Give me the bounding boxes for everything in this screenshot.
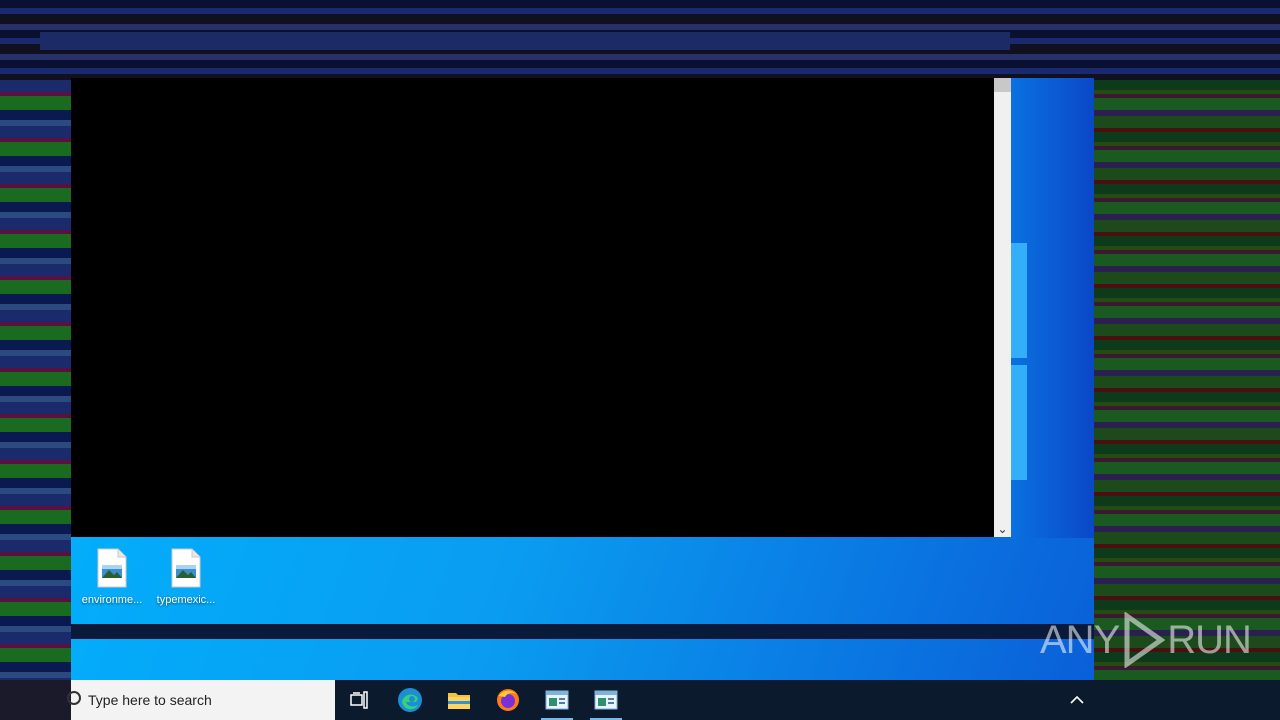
glitch-band xyxy=(71,624,1094,639)
anyrun-watermark: ANY RUN xyxy=(1040,612,1252,668)
edge-icon xyxy=(398,688,422,712)
chevron-down-icon[interactable]: ⌄ xyxy=(994,521,1011,537)
firefox-button[interactable] xyxy=(484,680,532,720)
chevron-up-icon[interactable] xyxy=(1067,690,1087,710)
desktop-icon-label: typemexic... xyxy=(156,594,216,606)
folder-icon xyxy=(448,693,470,709)
taskbar-search-box[interactable]: Type here to search xyxy=(67,680,335,720)
task-view-icon xyxy=(350,691,368,709)
glitched-top-strip xyxy=(0,0,1280,80)
desktop-icon-environment[interactable]: environme... xyxy=(76,548,148,606)
search-icon xyxy=(67,691,81,705)
file-explorer-button[interactable] xyxy=(435,680,483,720)
black-console-window[interactable] xyxy=(71,78,994,537)
image-file-icon xyxy=(170,548,202,588)
watermark-right-text: RUN xyxy=(1167,617,1252,662)
firefox-icon xyxy=(497,689,519,711)
image-file-icon xyxy=(96,548,128,588)
search-placeholder: Type here to search xyxy=(88,692,212,708)
taskbar: Type here to search xyxy=(67,680,1280,720)
edge-button[interactable] xyxy=(386,680,434,720)
app-window-1-button[interactable] xyxy=(533,680,581,720)
glitched-taskbar-corner xyxy=(0,680,71,720)
window-app-icon xyxy=(545,690,569,710)
watermark-left-text: ANY xyxy=(1040,617,1120,662)
scroll-up-button[interactable] xyxy=(994,78,1011,92)
app-window-2-button[interactable] xyxy=(582,680,630,720)
glitched-right-strip xyxy=(1094,80,1280,680)
window-app-icon xyxy=(594,690,618,710)
desktop-icon-typemexic[interactable]: typemexic... xyxy=(150,548,222,606)
task-view-button[interactable] xyxy=(336,680,384,720)
glitched-left-strip xyxy=(0,80,71,680)
desktop-icon-label: environme... xyxy=(81,594,143,606)
windows-logo-pane-bottom xyxy=(1011,365,1027,480)
windows-logo-pane-top xyxy=(1011,243,1027,358)
vertical-scrollbar[interactable]: ⌄ xyxy=(994,78,1011,537)
play-logo-icon xyxy=(1124,612,1166,668)
